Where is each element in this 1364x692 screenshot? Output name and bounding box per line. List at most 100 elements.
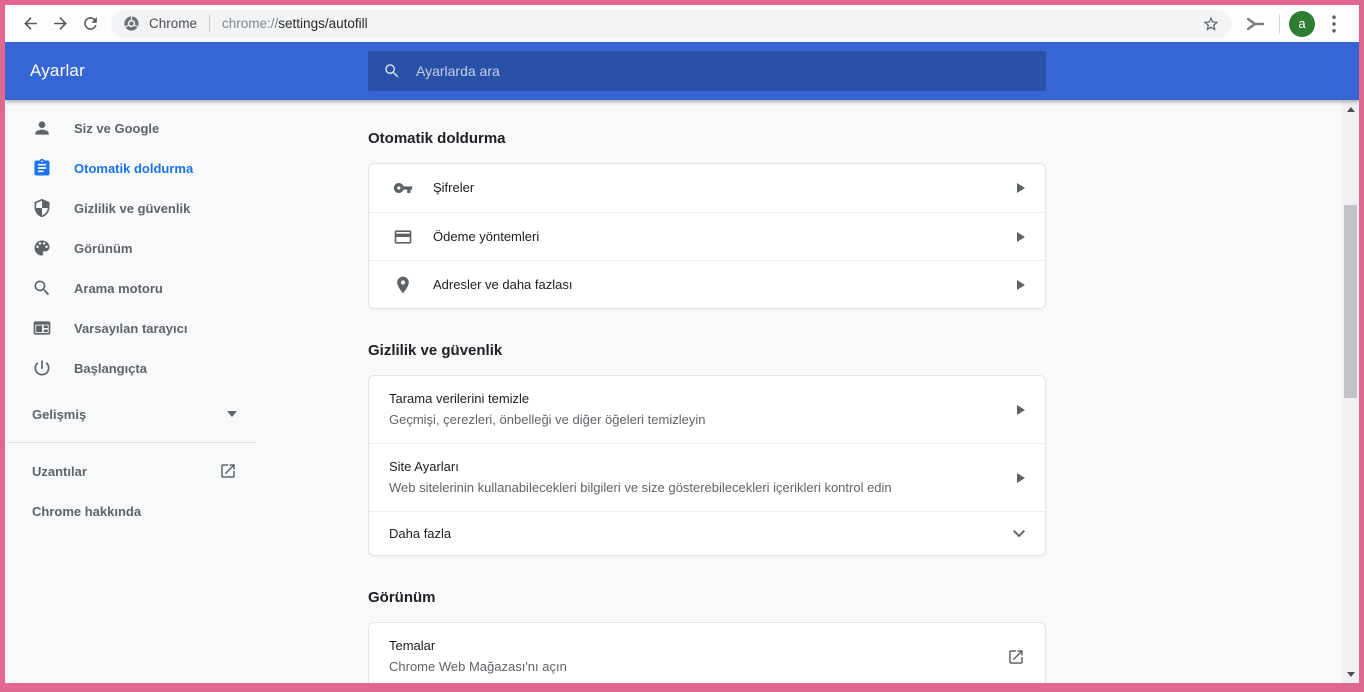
chevron-right-icon bbox=[1017, 280, 1025, 290]
sidebar-item-you-and-google[interactable]: Siz ve Google bbox=[5, 108, 368, 148]
about-label: Chrome hakkında bbox=[32, 504, 141, 519]
back-button[interactable] bbox=[15, 9, 45, 39]
row-passwords[interactable]: Şifreler bbox=[369, 164, 1045, 212]
sidebar-item-label: Otomatik doldurma bbox=[74, 161, 193, 176]
key-icon bbox=[393, 178, 413, 198]
row-label: Ödeme yöntemleri bbox=[433, 229, 539, 245]
row-site-settings[interactable]: Site Ayarları Web sitelerinin kullanabil… bbox=[369, 443, 1045, 511]
flow-arrow-button[interactable] bbox=[1240, 9, 1270, 39]
appearance-card: Temalar Chrome Web Mağazası'nı açın bbox=[368, 622, 1046, 683]
chevron-right-icon bbox=[1017, 405, 1025, 415]
url-path: settings/autofill bbox=[278, 16, 367, 31]
palette-icon bbox=[32, 238, 52, 258]
row-more[interactable]: Daha fazla bbox=[369, 511, 1045, 555]
scroll-down-icon bbox=[1347, 672, 1355, 677]
chevron-right-icon bbox=[1017, 183, 1025, 193]
sidebar-item-about-chrome[interactable]: Chrome hakkında bbox=[5, 491, 257, 531]
settings-sidebar: Siz ve Google Otomatik doldurma Gizlilik… bbox=[5, 100, 368, 683]
reload-button[interactable] bbox=[75, 9, 105, 39]
row-label: Site Ayarları bbox=[389, 459, 1017, 475]
settings-search-box[interactable] bbox=[368, 51, 1046, 91]
site-badge-label: Chrome bbox=[149, 16, 197, 31]
row-label: Adresler ve daha fazlası bbox=[433, 277, 572, 293]
sidebar-item-extensions[interactable]: Uzantılar bbox=[5, 451, 257, 491]
profile-avatar[interactable]: a bbox=[1289, 11, 1315, 37]
kebab-menu-icon bbox=[1332, 15, 1336, 33]
section-privacy: Gizlilik ve güvenlik Tarama verilerini t… bbox=[368, 341, 1046, 556]
sidebar-item-default-browser[interactable]: Varsayılan tarayıcı bbox=[5, 308, 368, 348]
autofill-card: Şifreler Ödeme yöntemleri Adresler ve da… bbox=[368, 163, 1046, 309]
omnibox-divider bbox=[209, 15, 210, 32]
section-title: Otomatik doldurma bbox=[368, 129, 1046, 149]
row-label: Tarama verilerini temizle bbox=[389, 391, 1017, 407]
row-addresses[interactable]: Adresler ve daha fazlası bbox=[369, 260, 1045, 308]
row-label: Daha fazla bbox=[389, 526, 451, 542]
chevron-right-icon bbox=[1017, 232, 1025, 242]
scrollbar-thumb[interactable] bbox=[1344, 205, 1357, 398]
star-icon bbox=[1202, 15, 1220, 33]
shield-icon bbox=[32, 198, 52, 218]
browser-toolbar: Chrome chrome://settings/autofill a bbox=[5, 5, 1359, 42]
row-label: Temalar bbox=[389, 638, 1007, 654]
row-themes[interactable]: Temalar Chrome Web Mağazası'nı açın bbox=[369, 623, 1045, 683]
browser-window: Chrome chrome://settings/autofill a bbox=[0, 0, 1364, 692]
location-pin-icon bbox=[393, 275, 413, 295]
settings-search-input[interactable] bbox=[416, 63, 916, 79]
sidebar-item-label: Varsayılan tarayıcı bbox=[74, 321, 187, 336]
reload-icon bbox=[81, 14, 100, 33]
url-text: chrome://settings/autofill bbox=[222, 16, 368, 31]
row-sublabel: Web sitelerinin kullanabilecekleri bilgi… bbox=[389, 480, 1017, 496]
sidebar-item-autofill[interactable]: Otomatik doldurma bbox=[5, 148, 368, 188]
sidebar-item-search-engine[interactable]: Arama motoru bbox=[5, 268, 368, 308]
settings-main: Otomatik doldurma Şifreler Ödeme yönteml… bbox=[368, 100, 1046, 683]
url-scheme: chrome:// bbox=[222, 16, 278, 31]
open-in-new-icon bbox=[1007, 648, 1025, 666]
page-scrollbar[interactable] bbox=[1342, 100, 1359, 683]
sidebar-item-appearance[interactable]: Görünüm bbox=[5, 228, 368, 268]
person-icon bbox=[32, 118, 52, 138]
section-autofill: Otomatik doldurma Şifreler Ödeme yönteml… bbox=[368, 129, 1046, 309]
sidebar-item-on-startup[interactable]: Başlangıçta bbox=[5, 348, 368, 388]
settings-header: Ayarlar bbox=[5, 42, 1359, 100]
scrollbar-down-button[interactable] bbox=[1342, 667, 1359, 681]
url-bar[interactable]: Chrome chrome://settings/autofill bbox=[111, 10, 1232, 38]
sidebar-item-privacy-security[interactable]: Gizlilik ve güvenlik bbox=[5, 188, 368, 228]
sidebar-item-label: Siz ve Google bbox=[74, 121, 159, 136]
bookmark-button[interactable] bbox=[1198, 11, 1224, 37]
flow-arrow-icon bbox=[1244, 15, 1266, 33]
section-title: Gizlilik ve güvenlik bbox=[368, 341, 1046, 361]
chrome-logo-icon bbox=[123, 15, 140, 32]
avatar-letter: a bbox=[1298, 16, 1305, 31]
sidebar-item-label: Arama motoru bbox=[74, 281, 163, 296]
page-title: Ayarlar bbox=[30, 61, 85, 81]
toolbar-divider bbox=[1279, 14, 1280, 34]
scrollbar-up-button[interactable] bbox=[1342, 102, 1359, 116]
browser-icon bbox=[32, 318, 52, 338]
settings-content: Siz ve Google Otomatik doldurma Gizlilik… bbox=[5, 100, 1359, 683]
caret-down-icon bbox=[227, 411, 237, 417]
sidebar-item-label: Görünüm bbox=[74, 241, 133, 256]
row-clear-browsing-data[interactable]: Tarama verilerini temizle Geçmişi, çerez… bbox=[369, 376, 1045, 443]
toolbar-right-cluster: a bbox=[1240, 9, 1349, 39]
back-arrow-icon bbox=[21, 14, 40, 33]
open-in-new-icon bbox=[219, 462, 237, 480]
extensions-label: Uzantılar bbox=[32, 464, 87, 479]
advanced-label: Gelişmiş bbox=[32, 407, 86, 422]
chevron-down-icon bbox=[1013, 530, 1025, 538]
chevron-right-icon bbox=[1017, 473, 1025, 483]
search-icon bbox=[383, 62, 401, 80]
row-sublabel: Chrome Web Mağazası'nı açın bbox=[389, 659, 1007, 675]
row-payment-methods[interactable]: Ödeme yöntemleri bbox=[369, 212, 1045, 260]
privacy-card: Tarama verilerini temizle Geçmişi, çerez… bbox=[368, 375, 1046, 556]
search-icon bbox=[32, 278, 52, 298]
sidebar-advanced-toggle[interactable]: Gelişmiş bbox=[5, 394, 257, 434]
sidebar-item-label: Gizlilik ve güvenlik bbox=[74, 201, 190, 216]
browser-menu-button[interactable] bbox=[1319, 9, 1349, 39]
row-sublabel: Geçmişi, çerezleri, önbelleği ve diğer ö… bbox=[389, 412, 1017, 428]
row-label: Şifreler bbox=[433, 180, 474, 196]
forward-arrow-icon bbox=[51, 14, 70, 33]
forward-button[interactable] bbox=[45, 9, 75, 39]
section-appearance: Görünüm Temalar Chrome Web Mağazası'nı a… bbox=[368, 588, 1046, 683]
section-title: Görünüm bbox=[368, 588, 1046, 608]
scroll-up-icon bbox=[1347, 107, 1355, 112]
